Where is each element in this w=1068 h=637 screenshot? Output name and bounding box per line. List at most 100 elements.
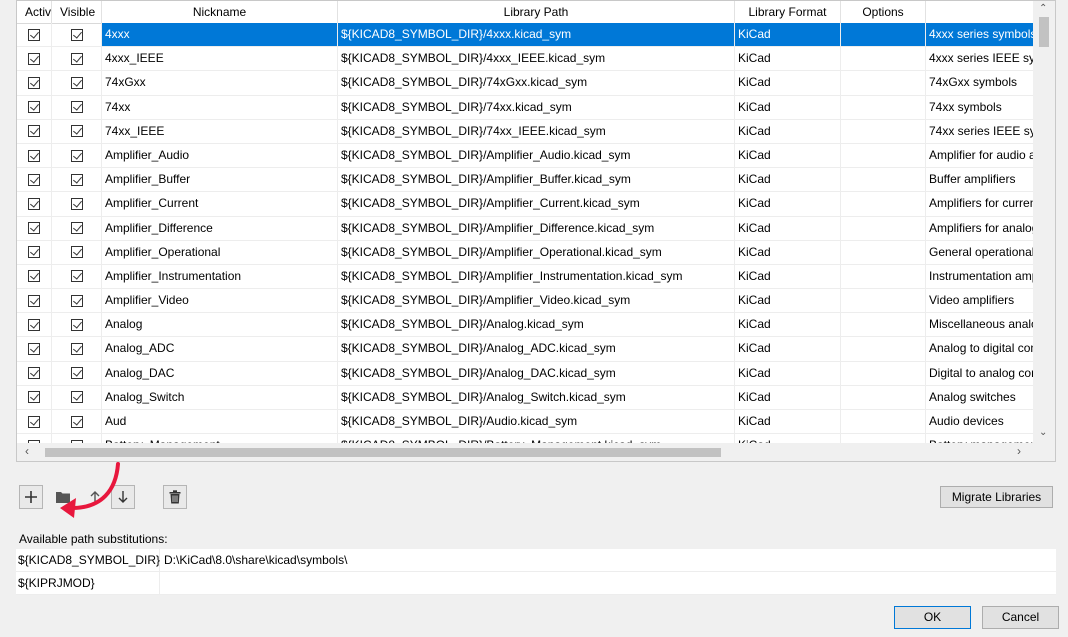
description-cell[interactable]: General operational ar: [926, 241, 1033, 264]
add-library-button[interactable]: [19, 485, 43, 509]
options-cell[interactable]: [841, 143, 926, 168]
visible-checkbox[interactable]: [70, 101, 83, 114]
add-existing-library-button[interactable]: [51, 485, 75, 509]
options-cell[interactable]: [841, 71, 926, 95]
library-path-cell[interactable]: ${KICAD8_SYMBOL_DIR}/74xx.kicad_sym: [338, 95, 735, 119]
library-path-cell[interactable]: ${KICAD8_SYMBOL_DIR}/74xx_IEEE.kicad_sym: [338, 119, 735, 143]
ok-button[interactable]: OK: [894, 606, 971, 629]
description-cell[interactable]: Audio devices: [926, 410, 1033, 433]
options-cell[interactable]: [841, 47, 926, 71]
col-header-library-path[interactable]: Library Path: [338, 1, 735, 23]
library-path-cell[interactable]: ${KICAD8_SYMBOL_DIR}/74xGxx.kicad_sym: [338, 71, 735, 95]
library-path-cell[interactable]: ${KICAD8_SYMBOL_DIR}/Analog_Switch.kicad…: [338, 385, 735, 409]
table-row[interactable]: 74xGxx ${KICAD8_SYMBOL_DIR}/74xGxx.kicad_…: [17, 71, 1033, 96]
description-cell[interactable]: Buffer amplifiers: [926, 168, 1033, 191]
library-format-cell[interactable]: KiCad: [735, 361, 841, 385]
nickname-cell[interactable]: Analog_Switch: [102, 385, 338, 409]
library-format-cell[interactable]: KiCad: [735, 192, 841, 216]
nickname-cell[interactable]: Amplifier_Video: [102, 289, 338, 313]
library-format-cell[interactable]: KiCad: [735, 240, 841, 264]
library-path-cell[interactable]: ${KICAD8_SYMBOL_DIR}/4xxx_IEEE.kicad_sym: [338, 47, 735, 71]
active-checkbox[interactable]: [28, 415, 40, 428]
visible-checkbox[interactable]: [70, 318, 83, 331]
options-cell[interactable]: [841, 192, 926, 216]
description-cell[interactable]: Battery management: [926, 434, 1033, 443]
table-row[interactable]: 74xx ${KICAD8_SYMBOL_DIR}/74xx.kicad_sym K…: [17, 95, 1033, 120]
nickname-cell[interactable]: Amplifier_Current: [102, 192, 338, 216]
substitution-row[interactable]: ${KICAD8_SYMBOL_DIR} D:\KiCad\8.0\share\…: [16, 549, 1056, 572]
active-checkbox[interactable]: [28, 270, 40, 283]
library-format-cell[interactable]: KiCad: [735, 385, 841, 409]
horizontal-scrollbar[interactable]: ‹ ›: [17, 443, 1055, 461]
nickname-cell[interactable]: 74xx_IEEE: [102, 119, 338, 143]
active-checkbox[interactable]: [28, 367, 40, 380]
nickname-cell[interactable]: 74xx: [102, 95, 338, 119]
visible-checkbox[interactable]: [70, 343, 83, 356]
active-checkbox[interactable]: [28, 246, 40, 259]
options-cell[interactable]: [841, 216, 926, 240]
col-header-nickname[interactable]: Nickname: [102, 1, 338, 23]
visible-checkbox[interactable]: [70, 197, 83, 210]
scroll-up-icon[interactable]: ⌃: [1039, 3, 1047, 14]
active-checkbox[interactable]: [28, 149, 40, 162]
visible-checkbox[interactable]: [70, 367, 83, 380]
library-format-cell[interactable]: KiCad: [735, 434, 841, 443]
active-checkbox[interactable]: [28, 52, 40, 65]
visible-checkbox[interactable]: [70, 28, 83, 41]
nickname-cell[interactable]: 4xxx_IEEE: [102, 47, 338, 71]
description-cell[interactable]: Miscellaneous analog: [926, 313, 1033, 336]
table-row[interactable]: Amplifier_Instrumentation ${KICAD8_SYMBOL…: [17, 264, 1033, 290]
library-format-cell[interactable]: KiCad: [735, 264, 841, 289]
nickname-cell[interactable]: Aud: [102, 410, 338, 434]
visible-checkbox[interactable]: [70, 76, 83, 89]
library-format-cell[interactable]: KiCad: [735, 71, 841, 95]
nickname-cell[interactable]: Amplifier_Difference: [102, 216, 338, 240]
library-path-cell[interactable]: ${KICAD8_SYMBOL_DIR}/Analog_DAC.kicad_sy…: [338, 361, 735, 385]
visible-checkbox[interactable]: [70, 149, 83, 162]
table-row[interactable]: Amplifier_Difference ${KICAD8_SYMBOL_DIR}…: [17, 216, 1033, 241]
visible-checkbox[interactable]: [70, 125, 83, 138]
description-cell[interactable]: 74xx symbols: [926, 96, 1033, 119]
library-format-cell[interactable]: KiCad: [735, 313, 841, 337]
nickname-cell[interactable]: Amplifier_Instrumentation: [102, 264, 338, 289]
library-format-cell[interactable]: KiCad: [735, 168, 841, 192]
table-row[interactable]: Amplifier_Buffer ${KICAD8_SYMBOL_DIR}/Amp…: [17, 168, 1033, 193]
scroll-down-icon[interactable]: ⌄: [1039, 427, 1047, 438]
visible-checkbox[interactable]: [70, 246, 83, 259]
library-path-cell[interactable]: ${KICAD8_SYMBOL_DIR}/Audio.kicad_sym: [338, 410, 735, 434]
nickname-cell[interactable]: Amplifier_Operational: [102, 240, 338, 264]
active-checkbox[interactable]: [28, 391, 40, 404]
visible-checkbox[interactable]: [70, 222, 83, 235]
active-checkbox[interactable]: [28, 76, 40, 89]
nickname-cell[interactable]: Analog: [102, 313, 338, 337]
options-cell[interactable]: [841, 337, 926, 361]
options-cell[interactable]: [841, 168, 926, 192]
description-cell[interactable]: Video amplifiers: [926, 289, 1033, 312]
library-path-cell[interactable]: ${KICAD8_SYMBOL_DIR}/Analog.kicad_sym: [338, 313, 735, 337]
options-cell[interactable]: [841, 313, 926, 337]
active-checkbox[interactable]: [28, 173, 40, 186]
active-checkbox[interactable]: [28, 197, 40, 210]
library-path-cell[interactable]: ${KICAD8_SYMBOL_DIR}/Amplifier_Buffer.ki…: [338, 168, 735, 192]
table-row[interactable]: Analog_Switch ${KICAD8_SYMBOL_DIR}/Analog…: [17, 385, 1033, 410]
visible-checkbox[interactable]: [70, 294, 83, 307]
library-path-cell[interactable]: ${KICAD8_SYMBOL_DIR}/Amplifier_Operation…: [338, 240, 735, 264]
col-header-description[interactable]: [926, 1, 1033, 23]
options-cell[interactable]: [841, 240, 926, 264]
description-cell[interactable]: Analog switches: [926, 386, 1033, 409]
table-row[interactable]: Amplifier_Operational ${KICAD8_SYMBOL_DIR…: [17, 240, 1033, 265]
active-checkbox[interactable]: [28, 28, 40, 41]
options-cell[interactable]: [841, 23, 926, 47]
visible-checkbox[interactable]: [70, 270, 83, 283]
library-format-cell[interactable]: KiCad: [735, 23, 841, 47]
active-checkbox[interactable]: [28, 294, 40, 307]
active-checkbox[interactable]: [28, 101, 40, 114]
nickname-cell[interactable]: 4xxx: [102, 23, 338, 47]
description-cell[interactable]: 74xGxx symbols: [926, 71, 1033, 94]
library-path-cell[interactable]: ${KICAD8_SYMBOL_DIR}/Battery_Management.…: [338, 434, 735, 443]
col-header-visible[interactable]: Visible: [52, 1, 102, 23]
col-header-active[interactable]: Active: [17, 1, 52, 23]
library-format-cell[interactable]: KiCad: [735, 143, 841, 168]
description-cell[interactable]: Amplifiers for analog: [926, 217, 1033, 240]
migrate-libraries-button[interactable]: Migrate Libraries: [940, 486, 1053, 508]
